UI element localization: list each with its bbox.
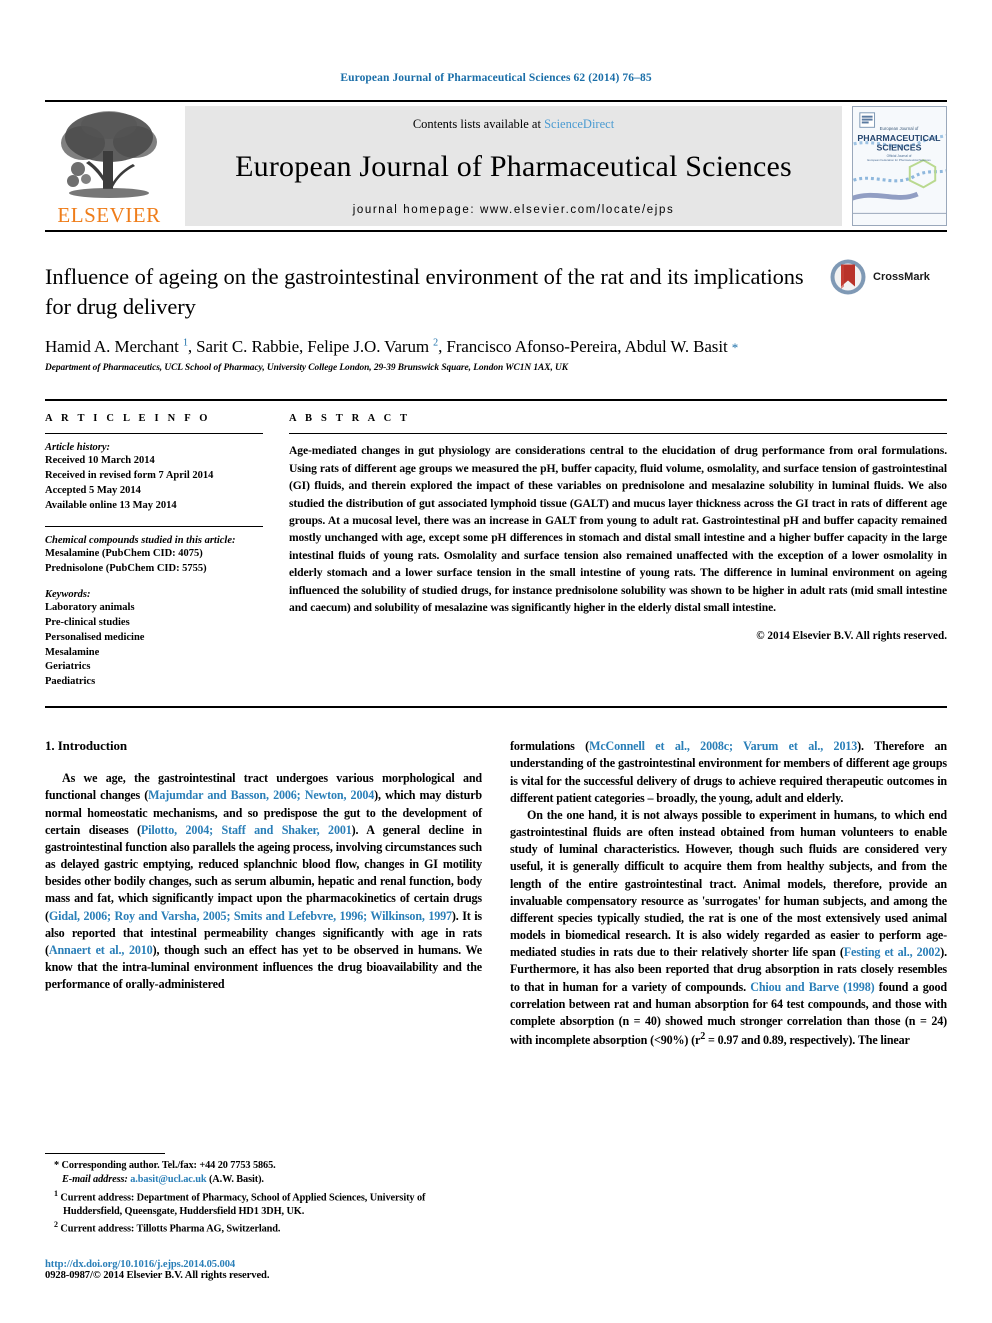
list-item: Laboratory animals — [45, 601, 135, 613]
sciencedirect-link[interactable]: ScienceDirect — [544, 117, 614, 131]
section-heading-introduction: 1. Introduction — [45, 738, 128, 754]
cover-artwork-icon: European Journal of PHARMACEUTICAL SCIEN… — [853, 107, 946, 225]
svg-text:European Journal of: European Journal of — [880, 126, 919, 131]
footnote-address-1-text: Current address: Department of Pharmacy,… — [60, 1191, 426, 1218]
doi-block: http://dx.doi.org/10.1016/j.ejps.2014.05… — [45, 1259, 485, 1281]
compounds-divider — [45, 526, 263, 527]
paragraph: formulations (McConnell et al., 2008c; V… — [510, 738, 947, 807]
masthead-bottom-rule — [45, 230, 947, 232]
list-item: Geriatrics — [45, 661, 91, 673]
elsevier-tree-icon — [61, 111, 157, 198]
footnote-marker-1: 1 — [54, 1188, 58, 1198]
footnote-corresponding-author: * Corresponding author. Tel./fax: +44 20… — [54, 1160, 276, 1172]
list-item: Mesalamine (PubChem CID: 4075) — [45, 548, 203, 559]
list-item: Pre-clinical studies — [45, 616, 130, 628]
list-item: Paediatrics — [45, 676, 96, 688]
paragraph: As we age, the gastrointestinal tract un… — [45, 770, 482, 993]
keywords-label: Keywords: — [45, 588, 91, 600]
text-run: On the one hand, it is not always possib… — [510, 807, 947, 960]
keywords-list: Laboratory animals Pre-clinical studies Pe… — [45, 601, 263, 690]
compounds-label: Chemical compounds studied in this artic… — [45, 535, 236, 546]
svg-text:European Federation for Pharma: European Federation for Pharmaceutical S… — [867, 158, 931, 162]
text-run: formulations ( — [510, 739, 590, 754]
abstract-column: A B S T R A C T Age-mediated changes in … — [289, 413, 947, 690]
body-column-left: 1. Introduction As we age, the gastroint… — [45, 738, 482, 1049]
svg-text:Official Journal of: Official Journal of — [887, 154, 912, 158]
info-abstract-section: A R T I C L E I N F O Article history: R… — [45, 399, 947, 690]
article-history-list: Received 10 March 2014 Received in revise… — [45, 454, 263, 514]
abstract-divider — [289, 433, 947, 435]
elsevier-logo: ELSEVIER — [45, 102, 173, 230]
crossmark-icon — [830, 259, 866, 295]
paragraph: On the one hand, it is not always possib… — [510, 807, 947, 1049]
journal-cover-thumbnail: European Journal of PHARMACEUTICAL SCIEN… — [852, 106, 947, 226]
footnote-marker-2: 2 — [54, 1220, 58, 1230]
svg-text:SCIENCES: SCIENCES — [877, 143, 922, 153]
title-block: CrossMark Influence of ageing on the gas… — [45, 259, 947, 374]
page-title: Influence of ageing on the gastrointesti… — [45, 264, 804, 319]
citation-link[interactable]: Annaert et al., 2010 — [49, 943, 153, 957]
citation-link[interactable]: Festing et al., 2002 — [844, 945, 941, 959]
list-item: Prednisolone (PubChem CID: 5755) — [45, 562, 207, 574]
contents-available-line: Contents lists available at ScienceDirec… — [185, 117, 842, 132]
footnote-address-2-text: Current address: Tillotts Pharma AG, Swi… — [60, 1223, 281, 1235]
abstract-copyright: © 2014 Elsevier B.V. All rights reserved… — [756, 630, 947, 643]
footnote-address-1: 1 Current address: Department of Pharmac… — [45, 1188, 485, 1220]
footnote-rule — [45, 1153, 165, 1155]
compounds-list: Mesalamine (PubChem CID: 4075) Prednisolo… — [45, 547, 263, 577]
list-item: Received in revised form 7 April 2014 — [45, 470, 214, 482]
citation-link[interactable]: Gidal, 2006; Roy and Varsha, 2005; Smits… — [49, 909, 452, 923]
journal-band: Contents lists available at ScienceDirec… — [185, 106, 842, 226]
running-head: European Journal of Pharmaceutical Scien… — [340, 72, 652, 84]
issn-copyright: 0928-0987/© 2014 Elsevier B.V. All right… — [45, 1270, 270, 1281]
abstract-bottom-rule — [45, 706, 947, 709]
contents-prefix: Contents lists available at — [412, 117, 545, 131]
abstract-text: Age-mediated changes in gut physiology a… — [289, 444, 947, 614]
list-item: Accepted 5 May 2014 — [45, 485, 141, 497]
body-column-right: formulations (McConnell et al., 2008c; V… — [510, 738, 947, 1049]
svg-text:PHARMACEUTICAL: PHARMACEUTICAL — [857, 133, 941, 143]
email-link[interactable]: a.basit@ucl.ac.uk — [130, 1174, 206, 1185]
footnote-email: E-mail address: a.basit@ucl.ac.uk (A.W. … — [45, 1173, 485, 1187]
citation-link[interactable]: Chiou and Barve (1998) — [750, 980, 874, 994]
abstract-heading: A B S T R A C T — [289, 413, 411, 425]
crossmark-label: CrossMark — [873, 271, 930, 283]
body-columns: 1. Introduction As we age, the gastroint… — [45, 738, 947, 1049]
citation-link[interactable]: McConnell et al., 2008c; Varum et al., 2… — [589, 739, 857, 753]
article-info-heading: A R T I C L E I N F O — [45, 413, 211, 425]
affiliation: Department of Pharmaceutics, UCL School … — [45, 363, 568, 374]
doi-link[interactable]: http://dx.doi.org/10.1016/j.ejps.2014.05… — [45, 1259, 485, 1270]
article-history-label: Article history: — [45, 442, 111, 454]
footnote-address-2: 2 Current address: Tillotts Pharma AG, S… — [45, 1219, 485, 1237]
journal-title: European Journal of Pharmaceutical Scien… — [235, 150, 792, 183]
citation-link[interactable]: Majumdar and Basson, 2006; Newton, 2004 — [148, 788, 374, 802]
article-page: European Journal of Pharmaceutical Scien… — [0, 0, 992, 1323]
info-divider — [45, 433, 263, 435]
footnotes: * Corresponding author. Tel./fax: +44 20… — [45, 1153, 485, 1281]
email-label: E-mail address: — [62, 1174, 128, 1186]
journal-masthead: ELSEVIER Contents lists available at Sci… — [45, 100, 947, 230]
journal-homepage[interactable]: journal homepage: www.elsevier.com/locat… — [185, 204, 842, 216]
text-run: = 0.97 and 0.89, respectively). The line… — [705, 1033, 910, 1048]
list-item: Mesalamine — [45, 646, 100, 658]
email-owner: (A.W. Basit). — [206, 1174, 264, 1186]
elsevier-wordmark: ELSEVIER — [57, 203, 161, 227]
article-info-column: A R T I C L E I N F O Article history: R… — [45, 413, 263, 690]
list-item: Available online 13 May 2014 — [45, 500, 177, 512]
author-list: Hamid A. Merchant 1, Sarit C. Rabbie, Fe… — [45, 337, 739, 357]
citation-link[interactable]: Pilotto, 2004; Staff and Shaker, 2001 — [141, 823, 352, 837]
list-item: Personalised medicine — [45, 631, 145, 643]
crossmark-badge[interactable]: CrossMark — [829, 258, 947, 296]
list-item: Received 10 March 2014 — [45, 455, 155, 467]
